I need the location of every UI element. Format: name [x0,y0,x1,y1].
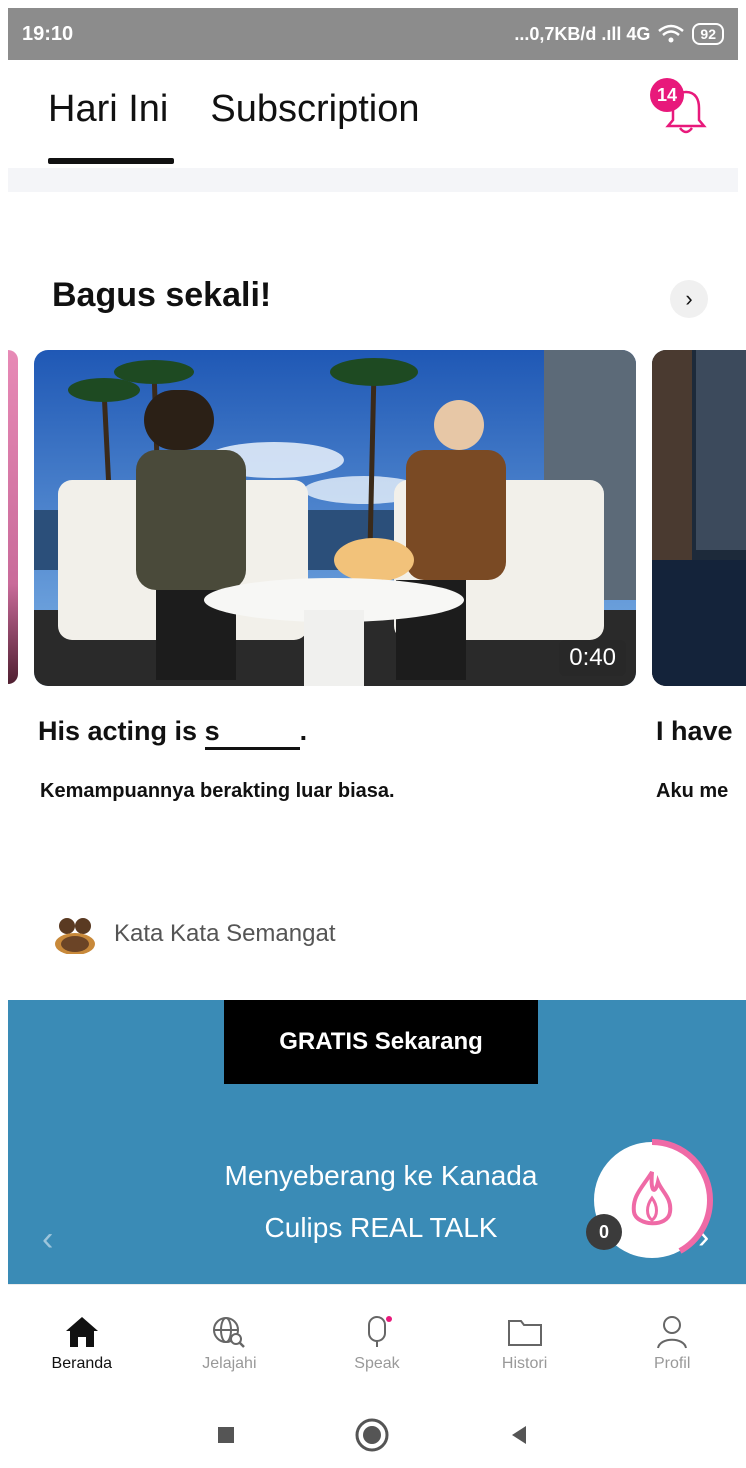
nav-histori[interactable]: Histori [465,1315,585,1373]
active-tab-indicator [48,158,174,164]
nav-beranda[interactable]: Beranda [22,1315,142,1373]
status-bar: 19:10 ...0,7KB/d .ıll 4G 92 [8,8,738,60]
nav-label-jelajahi: Jelajahi [202,1355,257,1372]
fill-in-blank: s [204,716,300,750]
battery-icon: 92 [692,23,724,45]
streak-count-badge: 0 [586,1214,622,1250]
person-icon [657,1316,688,1349]
nav-label-speak: Speak [354,1355,400,1372]
chevron-right-icon: › [685,286,693,311]
divider [8,168,738,192]
notification-badge: 14 [650,78,684,112]
next-card-sentence: I have [656,716,733,746]
nav-label-beranda: Beranda [51,1355,113,1372]
card-sentence: His acting is s. [38,716,307,750]
category-row[interactable]: Kata Kata Semangat [52,914,335,954]
folder-icon [507,1320,542,1346]
video-thumbnail-image [34,350,636,686]
nav-label-histori: Histori [501,1355,548,1372]
status-time: 19:10 [22,22,74,45]
free-now-button[interactable]: GRATIS Sekarang [224,1000,538,1084]
section-title: Bagus sekali! [52,276,272,314]
next-card-thumbnail[interactable] [652,350,746,686]
next-card-translation: Aku me [656,780,729,802]
status-indicators: ...0,7KB/d .ıll 4G 92 [514,23,724,45]
tab-subscription[interactable]: Subscription [210,88,419,131]
next-video-thumbnail-image [652,350,746,686]
people-icon [55,918,95,954]
back-icon[interactable] [506,1422,532,1448]
nav-speak[interactable]: Speak [317,1315,437,1373]
home-icon [65,1317,98,1347]
sentence-prefix: His acting is [38,716,205,746]
wifi-icon [658,24,685,43]
home-button-icon[interactable] [354,1417,390,1453]
microphone-icon [367,1316,392,1347]
nav-label-profil: Profil [653,1355,691,1372]
chevron-left-icon[interactable]: ‹ [42,1220,53,1259]
card-translation: Kemampuannya berakting luar biasa. [40,780,395,802]
nav-jelajahi[interactable]: Jelajahi [169,1315,289,1373]
top-tabs: Hari Ini Subscription [48,88,420,131]
section-more-button[interactable]: › [670,280,708,318]
bottom-nav: Beranda Jelajahi Speak Histori Profil [8,1284,746,1403]
video-card-thumbnail[interactable]: 0:40 [34,350,636,686]
globe-search-icon [213,1317,246,1348]
category-label: Kata Kata Semangat [114,920,336,947]
recent-apps-icon[interactable] [214,1423,238,1447]
nav-profil[interactable]: Profil [612,1315,732,1373]
sentence-suffix: . [299,716,308,746]
system-nav-bar [0,1402,746,1468]
network-speed: ...0,7KB/d .ıll 4G [514,23,651,44]
tab-hari-ini[interactable]: Hari Ini [48,88,168,131]
video-duration: 0:40 [559,640,626,676]
previous-card-thumbnail[interactable] [8,350,18,684]
